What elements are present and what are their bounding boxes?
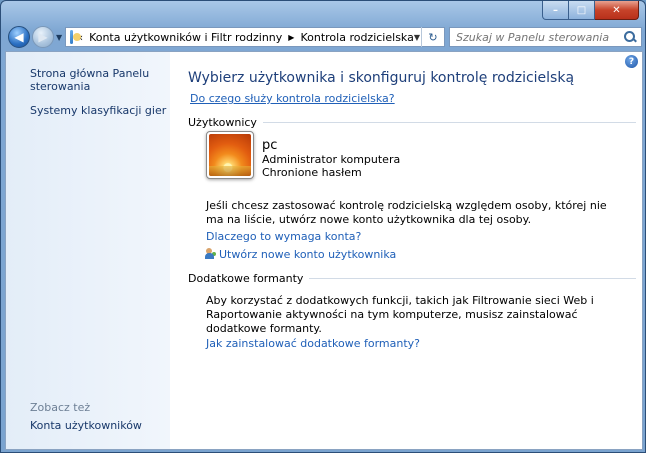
why-account-link[interactable]: Dlaczego to wymaga konta? [206, 230, 361, 243]
see-also-heading: Zobacz też [30, 401, 91, 414]
task-pane: Strona główna Panelu sterowania Systemy … [6, 52, 170, 449]
user-account-icon [205, 248, 217, 259]
additional-controls-info: Aby korzystać z dodatkowych funkcji, tak… [206, 294, 594, 336]
control-panel-home-link[interactable]: Strona główna Panelu sterowania [30, 67, 149, 93]
create-account-label: Utwórz nowe konto użytkownika [219, 248, 397, 261]
additional-info-line2: Raportowanie aktywności na tym komputerz… [206, 308, 578, 321]
address-bar[interactable]: « Konta użytkowników i Filtr rodzinny ▶ … [65, 27, 445, 47]
back-arrow-icon: ◀ [14, 30, 24, 44]
install-controls-link[interactable]: Jak zainstalować dodatkowe formanty? [206, 337, 420, 350]
add-account-info-line2: ma na liście, utwórz nowe konto użytkown… [206, 213, 532, 226]
additional-info-line1: Aby korzystać z dodatkowych funkcji, tak… [206, 294, 594, 307]
control-panel-home-line1: Strona główna Panelu [30, 67, 150, 80]
forward-arrow-icon: ▶ [38, 30, 48, 44]
user-role: Administrator komputera [262, 153, 401, 166]
breadcrumb-user-accounts[interactable]: Konta użytkowników i Filtr rodzinny [89, 31, 282, 44]
control-panel-window: – □ ✕ ◀ ▶ ▼ « Konta użytkowników i Filtr… [0, 0, 646, 453]
refresh-icon: ↻ [428, 30, 438, 44]
users-divider [262, 122, 636, 123]
what-is-parental-control-link[interactable]: Do czego służy kontrola rodzicielska? [190, 92, 395, 105]
create-account-link[interactable]: Utwórz nowe konto użytkownika [205, 248, 396, 261]
users-section-label: Użytkownicy [188, 116, 257, 129]
additional-info-line3: dodatkowe formanty. [206, 322, 322, 335]
close-button[interactable]: ✕ [595, 1, 639, 20]
maximize-button[interactable]: □ [569, 1, 595, 20]
address-dropdown-icon[interactable]: ▼ [414, 33, 420, 42]
caption-buttons: – □ ✕ [542, 1, 639, 20]
control-panel-icon [70, 30, 83, 44]
user-accounts-link[interactable]: Konta użytkowników [30, 419, 142, 432]
navigation-bar: ◀ ▶ ▼ « Konta użytkowników i Filtr rodzi… [5, 25, 643, 51]
page-title: Wybierz użytkownika i skonfiguruj kontro… [188, 70, 575, 86]
user-name[interactable]: pc [262, 138, 277, 153]
breadcrumb: « Konta użytkowników i Filtr rodzinny ▶ … [76, 31, 414, 44]
additional-controls-label: Dodatkowe formanty [188, 272, 304, 285]
forward-button[interactable]: ▶ [32, 26, 54, 48]
additional-divider [309, 278, 636, 279]
main-pane: ? Wybierz użytkownika i skonfiguruj kont… [170, 52, 642, 449]
game-ratings-link[interactable]: Systemy klasyfikacji gier [30, 104, 166, 117]
help-icon[interactable]: ? [625, 55, 638, 68]
add-account-info-line1: Jeśli chcesz zastosować kontrolę rodzici… [206, 199, 607, 212]
refresh-button[interactable]: ↻ [421, 27, 444, 47]
user-avatar [209, 134, 251, 176]
search-box[interactable] [449, 27, 642, 47]
back-button[interactable]: ◀ [8, 26, 30, 48]
search-icon[interactable] [622, 29, 638, 45]
user-status: Chronione hasłem [262, 166, 362, 179]
content-area: Strona główna Panelu sterowania Systemy … [5, 51, 643, 450]
users-section-header: Użytkownicy [188, 116, 636, 129]
minimize-button[interactable]: – [542, 1, 569, 20]
additional-controls-header: Dodatkowe formanty [188, 272, 636, 285]
control-panel-home-line2: sterowania [30, 80, 91, 93]
breadcrumb-parental-controls[interactable]: Kontrola rodzicielska [300, 31, 413, 44]
search-input[interactable] [450, 29, 622, 45]
breadcrumb-separator-icon[interactable]: ▶ [288, 33, 294, 42]
recent-pages-dropdown[interactable]: ▼ [56, 33, 64, 42]
add-account-info: Jeśli chcesz zastosować kontrolę rodzici… [206, 199, 607, 227]
user-tile[interactable] [206, 131, 254, 179]
